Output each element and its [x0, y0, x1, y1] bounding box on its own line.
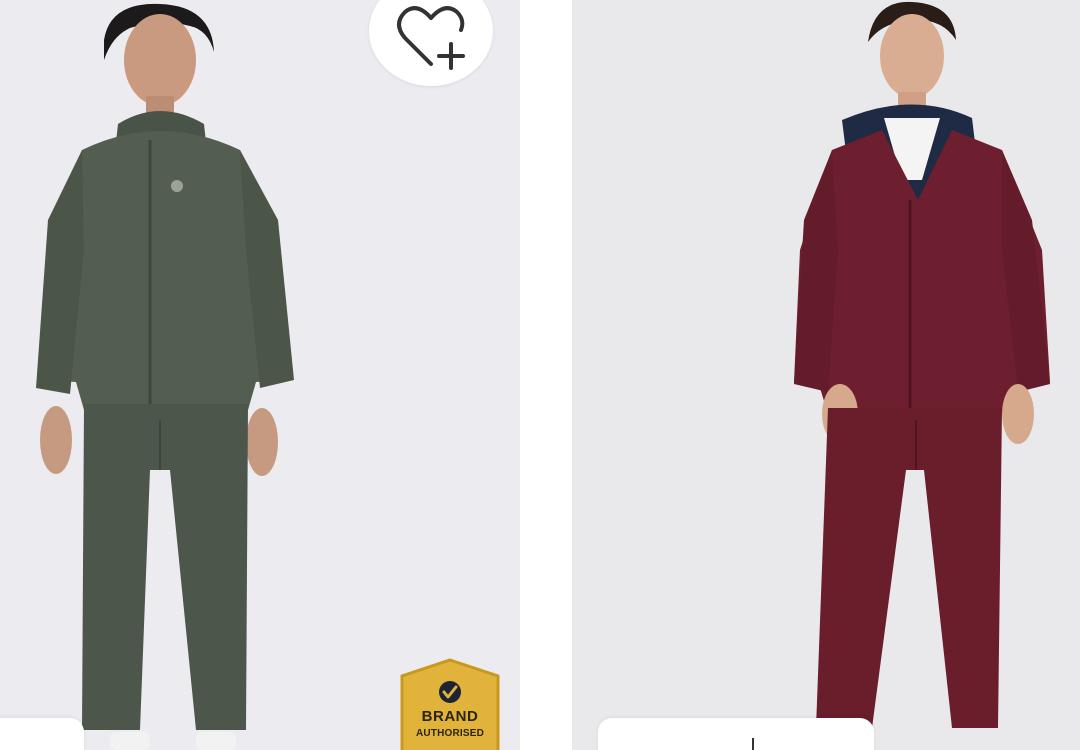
bottom-pill-right[interactable]	[598, 718, 874, 750]
bottom-pill-left[interactable]	[0, 718, 84, 750]
heart-plus-icon	[397, 6, 465, 70]
text-cursor-icon	[752, 738, 764, 750]
product-image-olive-rainsuit[interactable]	[0, 0, 520, 750]
product-card-maroon[interactable]	[572, 0, 1080, 750]
product-image-maroon-rainsuit[interactable]	[572, 0, 1080, 750]
brand-authorised-badge: BRAND AUTHORISED	[398, 658, 502, 750]
badge-line-1: BRAND	[421, 708, 479, 725]
product-card-olive[interactable]: BRAND AUTHORISED	[0, 0, 520, 750]
badge-line-2: AUTHORISED	[415, 728, 485, 739]
